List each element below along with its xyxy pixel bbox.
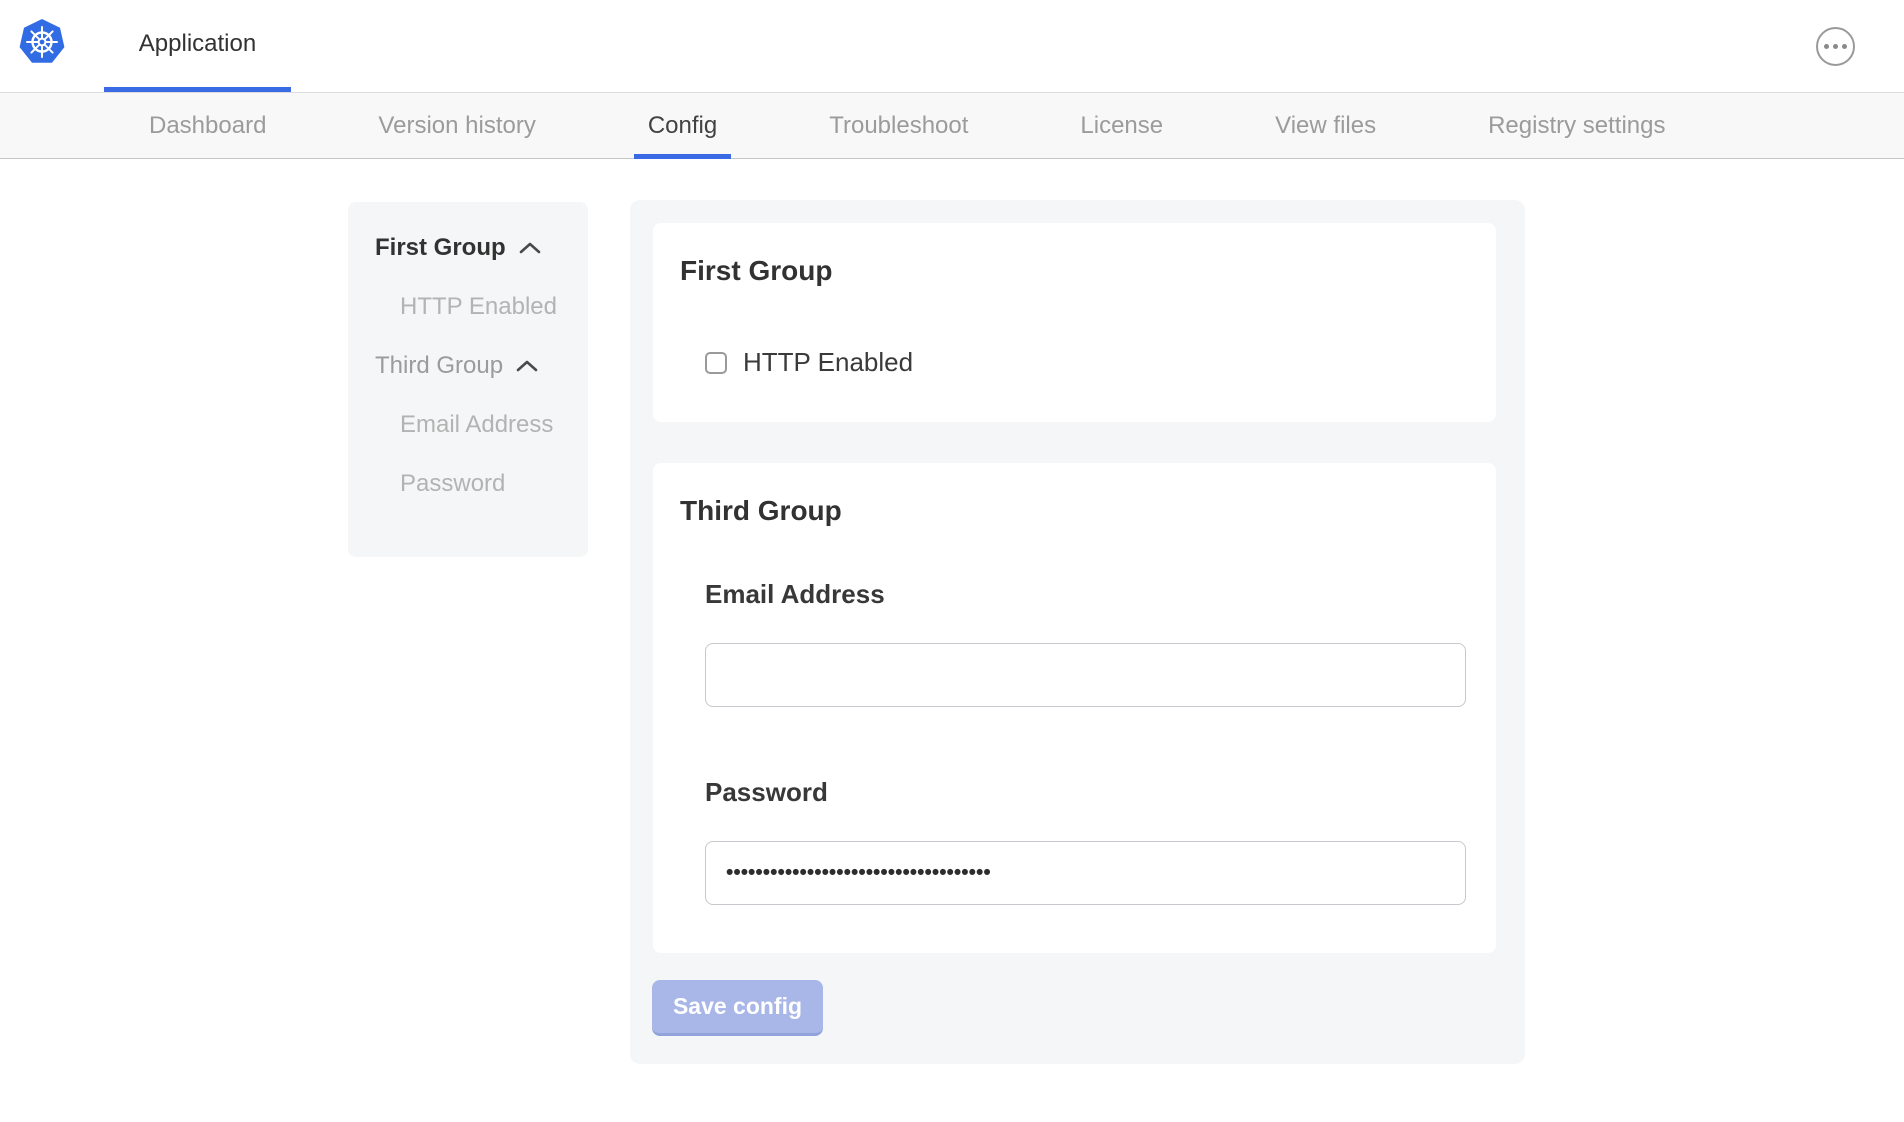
config-group-first: First Group HTTP Enabled — [653, 223, 1496, 422]
config-sidebar: First Group HTTP Enabled Third Group Ema… — [348, 202, 588, 557]
tab-config[interactable]: Config — [648, 93, 717, 158]
save-config-button[interactable]: Save config — [652, 980, 823, 1036]
app-nav: Dashboard Version history Config Trouble… — [0, 92, 1904, 159]
app-screen: Application Dashboard Version history Co… — [0, 0, 1904, 1122]
ellipsis-icon — [1824, 44, 1829, 49]
tab-troubleshoot[interactable]: Troubleshoot — [829, 93, 968, 158]
chevron-up-icon — [515, 358, 539, 374]
sidebar-item-http-enabled[interactable]: HTTP Enabled — [348, 277, 588, 336]
overflow-menu-button[interactable] — [1816, 27, 1855, 66]
kubernetes-logo-icon — [18, 18, 66, 66]
header: Application — [0, 0, 1904, 92]
sidebar-item-third-group[interactable]: Third Group — [348, 336, 588, 395]
email-address-input[interactable] — [705, 643, 1466, 707]
http-enabled-label: HTTP Enabled — [743, 347, 913, 378]
sidebar-item-password[interactable]: Password — [348, 454, 588, 513]
config-group-third: Third Group Email Address Password — [653, 463, 1496, 953]
tab-license[interactable]: License — [1080, 93, 1163, 158]
sidebar-item-first-group[interactable]: First Group — [348, 218, 588, 277]
tab-view-files[interactable]: View files — [1275, 93, 1376, 158]
sidebar-item-email-address[interactable]: Email Address — [348, 395, 588, 454]
tab-dashboard[interactable]: Dashboard — [149, 93, 266, 158]
http-enabled-checkbox[interactable] — [705, 352, 727, 374]
chevron-up-icon — [518, 240, 542, 256]
email-address-label: Email Address — [705, 581, 1496, 607]
password-label: Password — [705, 779, 1496, 805]
application-tab[interactable]: Application — [104, 0, 291, 92]
http-enabled-row: HTTP Enabled — [705, 347, 1496, 378]
group-title-first: First Group — [680, 257, 1496, 285]
config-panel: First Group HTTP Enabled Third Group Ema… — [630, 200, 1525, 1064]
application-tab-label: Application — [139, 30, 256, 58]
password-input[interactable] — [705, 841, 1466, 905]
tab-version-history[interactable]: Version history — [378, 93, 535, 158]
tab-registry-settings[interactable]: Registry settings — [1488, 93, 1665, 158]
group-title-third: Third Group — [680, 497, 1496, 525]
